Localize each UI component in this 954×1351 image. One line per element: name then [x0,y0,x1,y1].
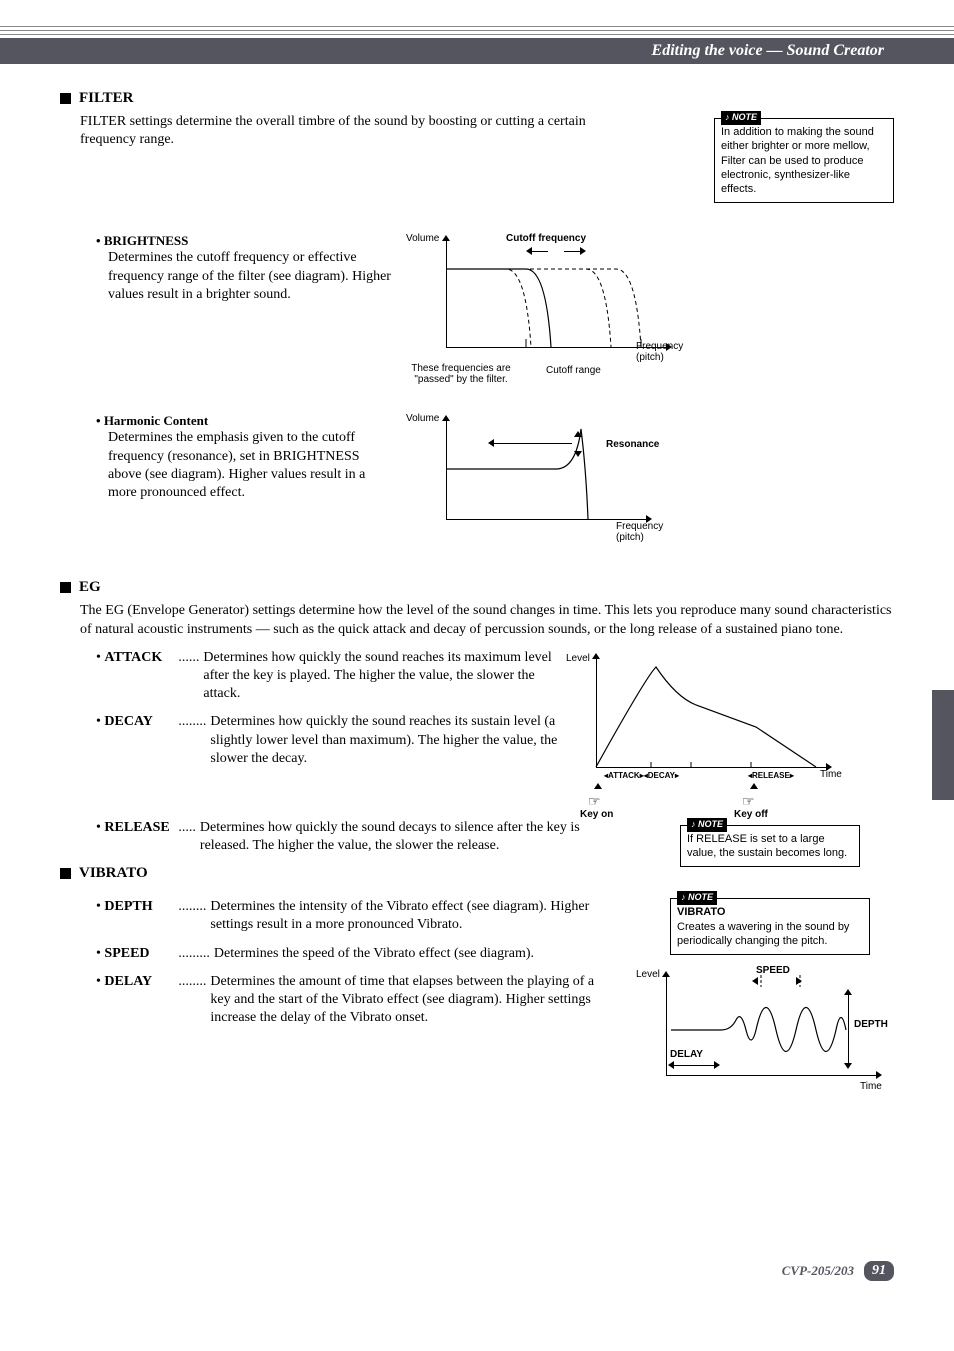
vibrato-speed: • SPEED......... Determines the speed of… [96,945,610,963]
vibrato-note: NOTE VIBRATO Creates a wavering in the s… [670,898,870,955]
eg-note: NOTE If RELEASE is set to a large value,… [680,825,860,868]
eg-attack: • ATTACK...... Determines how quickly th… [96,649,560,704]
square-bullet-icon [60,93,71,104]
hand-icon: ☞ [588,793,601,810]
note-label-icon: NOTE [677,891,717,905]
hand-icon: ☞ [742,793,755,810]
footer-model: CVP-205/203 [782,1263,854,1279]
brightness-text: Determines the cutoff frequency or effec… [108,249,396,304]
footer: CVP-205/203 91 [782,1261,894,1281]
page-number: 91 [864,1261,894,1281]
vibrato-heading: VIBRATO [60,865,600,882]
harmonic-label: • Harmonic Content [96,413,396,429]
note-label-icon: NOTE [721,111,761,125]
eg-decay: • DECAY........ Determines how quickly t… [96,713,560,768]
top-rule-group [0,0,954,35]
eg-heading: EG [60,579,894,596]
filter-note: NOTE In addition to making the sound eit… [714,118,894,203]
vibrato-depth: • DEPTH........ Determines the intensity… [96,898,610,934]
filter-heading: FILTER [60,90,714,107]
cutoff-diagram: Volume Cutoff frequency These frequencie… [416,233,716,393]
brightness-label: • BRIGHTNESS [96,233,396,249]
note-label-icon: NOTE [687,818,727,832]
square-bullet-icon [60,868,71,879]
harmonic-text: Determines the emphasis given to the cut… [108,429,396,502]
header-bar: Editing the voice — Sound Creator [0,38,954,64]
eg-intro: The EG (Envelope Generator) settings det… [80,602,894,638]
eg-release: • RELEASE..... Determines how quickly th… [96,819,600,855]
side-tab [932,690,954,800]
vibrato-diagram: Level SPEED DEPTH DELAY [640,969,890,1099]
header-title: Editing the voice — Sound Creator [652,42,884,59]
filter-intro: FILTER settings determine the overall ti… [80,113,620,149]
eg-diagram: Level ◂ATTACK▸◂DECAY▸ ◂RELEASE▸ Time ☞ ☞ [570,649,850,819]
vibrato-delay: • DELAY........ Determines the amount of… [96,973,610,1028]
resonance-diagram: Volume Resonance Frequency (pitch) [416,413,716,553]
square-bullet-icon [60,582,71,593]
